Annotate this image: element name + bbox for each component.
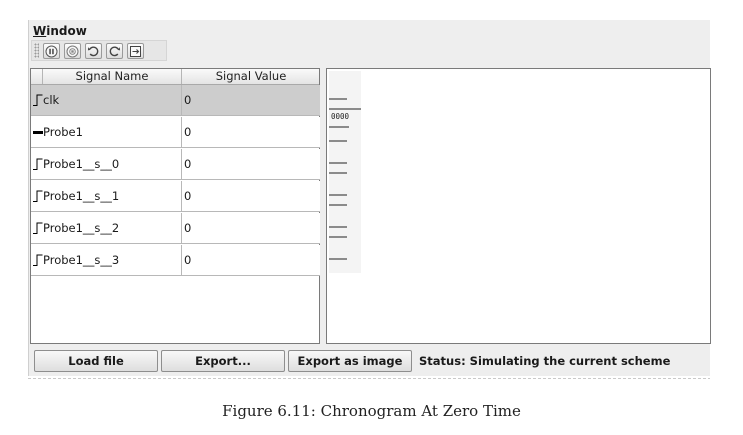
waveform-panel: 0000 — [326, 68, 711, 344]
window-bottom-edge — [28, 378, 710, 379]
bit-waveform — [329, 236, 347, 260]
pause-button[interactable] — [43, 43, 60, 59]
bit-waveform — [329, 140, 347, 164]
status-text: Status: Simulating the current scheme — [419, 354, 671, 368]
load-file-button[interactable]: Load file — [34, 350, 158, 372]
menu-window[interactable]: Window — [33, 24, 87, 38]
column-divider — [181, 85, 182, 115]
bit-signal-icon — [33, 222, 43, 234]
menu-bar: Window — [29, 20, 710, 40]
bit-signal-icon — [33, 94, 43, 106]
bus-signal-icon — [33, 131, 43, 134]
signal-name: Probe1 — [43, 125, 83, 139]
header-icon-column[interactable] — [31, 69, 43, 84]
stop-button[interactable] — [64, 43, 81, 59]
refresh-button[interactable] — [85, 43, 102, 59]
bit-waveform — [329, 98, 347, 100]
waveform-strip: 0000 — [329, 71, 361, 273]
header-signal-value[interactable]: Signal Value — [182, 69, 320, 84]
signal-name: Probe1__s__1 — [43, 189, 120, 203]
toolbar-grip[interactable] — [34, 43, 39, 58]
stop-icon — [66, 45, 79, 57]
table-row[interactable]: Probe1__s__3 0 — [31, 245, 320, 276]
bit-signal-icon — [33, 254, 43, 266]
signal-value: 0 — [184, 253, 192, 267]
export-as-image-button[interactable]: Export as image — [288, 350, 412, 372]
refresh-alt-button[interactable] — [106, 43, 123, 59]
column-divider — [181, 213, 182, 243]
table-row[interactable]: clk 0 — [31, 85, 320, 116]
menu-window-mnemonic: W — [33, 24, 47, 38]
figure-caption: Figure 6.11: Chronogram At Zero Time — [222, 402, 521, 420]
table-row[interactable]: Probe1__s__1 0 — [31, 181, 320, 212]
signal-name: Probe1__s__2 — [43, 221, 120, 235]
signal-name: clk — [43, 93, 60, 107]
column-divider — [181, 149, 182, 179]
table-row[interactable]: Probe1__s__0 0 — [31, 149, 320, 180]
status-bar: Load file Export... Export as image Stat… — [29, 348, 710, 374]
table-header: Signal Name Signal Value — [31, 69, 319, 85]
bit-signal-icon — [33, 158, 43, 170]
signal-value: 0 — [184, 221, 192, 235]
signal-value: 0 — [184, 125, 192, 139]
column-divider — [181, 245, 182, 275]
column-divider — [181, 181, 182, 211]
bit-waveform — [329, 204, 347, 228]
fit-window-button[interactable] — [127, 43, 144, 59]
bit-signal-icon — [33, 190, 43, 202]
refresh-icon — [87, 46, 99, 56]
menu-window-label: indow — [46, 24, 87, 38]
table-row[interactable]: Probe1__s__2 0 — [31, 213, 320, 244]
signal-value: 0 — [184, 93, 192, 107]
signal-table: Signal Name Signal Value clk 0 Probe1 0 Prob… — [30, 68, 320, 344]
signal-name: Probe1__s__3 — [43, 253, 120, 267]
toolbar — [31, 40, 167, 61]
column-divider — [181, 117, 182, 147]
simulator-window: Window Signal Name Signal Value clk 0 Pr… — [28, 20, 711, 376]
bit-waveform — [329, 172, 347, 196]
signal-name: Probe1__s__0 — [43, 157, 120, 171]
pause-icon — [45, 45, 58, 57]
signal-value: 0 — [184, 189, 192, 203]
fit-window-icon — [130, 45, 141, 57]
bus-value-label: 0000 — [331, 112, 350, 121]
signal-value: 0 — [184, 157, 192, 171]
refresh-alt-icon — [109, 46, 121, 56]
header-signal-name[interactable]: Signal Name — [43, 69, 182, 84]
export-button[interactable]: Export... — [161, 350, 285, 372]
table-row[interactable]: Probe1 0 — [31, 117, 320, 148]
